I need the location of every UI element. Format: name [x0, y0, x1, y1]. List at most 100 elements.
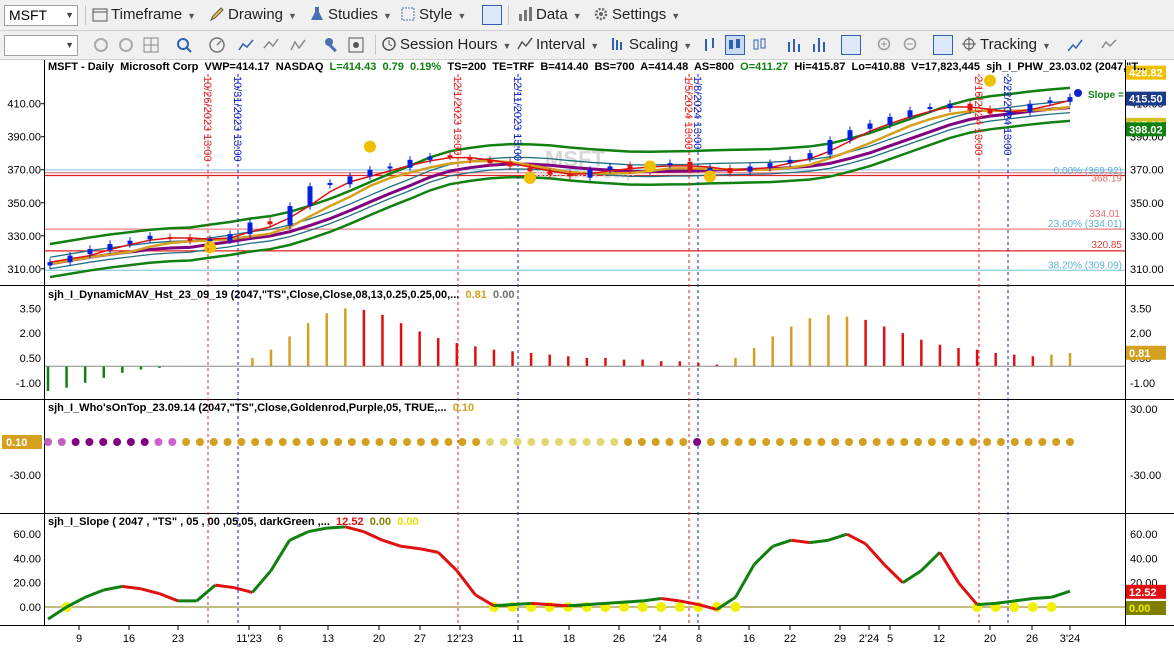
candle-body — [387, 166, 393, 169]
candle-body — [607, 166, 613, 170]
candle-body — [267, 221, 273, 225]
who-on-top-dot — [886, 438, 895, 446]
chart-workspace[interactable]: MSFT Microsoft Corp 0.00% (369.92) 368.19 23… — [0, 60, 1174, 657]
drawing-button[interactable]: Drawing ▼ — [209, 4, 297, 26]
panel2-axis-tick: 3.50 — [20, 303, 41, 315]
swing-marker — [524, 172, 536, 184]
who-on-top-dot — [223, 438, 232, 446]
speedometer-icon[interactable] — [208, 36, 226, 54]
pencil-icon — [209, 7, 224, 22]
candle-body — [347, 176, 353, 185]
who-on-top-dot — [430, 438, 439, 446]
grid-icon[interactable] — [142, 36, 160, 54]
who-on-top-dot — [99, 438, 108, 446]
date-axis-tick: 29 — [834, 633, 846, 645]
who-on-top-dot — [624, 438, 633, 446]
volume-value: V=17,823,445 — [911, 61, 980, 73]
interval-icon — [517, 37, 533, 50]
volume-chart-icon[interactable] — [810, 36, 828, 54]
candle-body — [307, 186, 313, 207]
who-on-top-dot — [996, 438, 1005, 446]
panel3-axis-tick-right: 30.00 — [1130, 404, 1158, 416]
who-on-top-dot — [555, 438, 563, 446]
candle-body — [767, 163, 773, 168]
date-axis-tick: 27 — [414, 633, 426, 645]
event-label: 1/8/2024 13:00 — [691, 76, 703, 149]
who-on-top-dot — [596, 438, 605, 446]
chart-canvas[interactable]: MSFTMicrosoft Corp 0.00% (369.92)368.1923… — [0, 60, 1174, 657]
scaling-button[interactable]: Scaling ▼ — [610, 34, 692, 56]
overlay-icon[interactable] — [1100, 36, 1118, 54]
candle-body — [487, 159, 493, 164]
candle-body — [227, 234, 233, 241]
who-on-top-dot — [775, 438, 784, 446]
flask-icon — [311, 7, 323, 20]
candle-body — [527, 167, 533, 172]
who-on-top-dot — [71, 438, 80, 446]
volume-bar-icon[interactable] — [785, 36, 803, 54]
candle-body — [1047, 100, 1053, 103]
panel-layout-icon[interactable] — [841, 35, 861, 55]
who-on-top-dot — [914, 438, 923, 446]
candle-body — [167, 237, 173, 240]
tracking-button[interactable]: Tracking ▼ — [961, 34, 1051, 56]
chevron-down-icon: ▼ — [65, 40, 74, 50]
price-axis-tick: 410.00 — [7, 99, 41, 111]
settings-button[interactable]: Settings ▼ — [593, 4, 680, 26]
ohlc-bar-icon[interactable] — [701, 36, 719, 54]
trend-add-icon[interactable] — [1066, 36, 1084, 54]
link-icon[interactable] — [117, 36, 135, 54]
who-on-top-dot — [610, 438, 619, 446]
who-on-top-dot — [126, 438, 135, 446]
format-icon[interactable] — [347, 36, 365, 54]
chart-type-icon[interactable] — [237, 36, 255, 54]
slope-segment — [976, 601, 996, 607]
who-on-top-dot — [57, 438, 66, 446]
style-button[interactable]: Style ▼ — [400, 4, 466, 26]
panel4-tag2: 0.00 — [1129, 603, 1150, 615]
flat-marker — [1009, 602, 1020, 612]
who-on-top-dot — [831, 438, 840, 446]
candlestick-icon[interactable] — [725, 35, 745, 55]
compare-icon[interactable] — [262, 36, 280, 54]
vwap-value: VWP=414.17 — [204, 61, 270, 73]
panel4-axis-tick: 20.00 — [13, 578, 41, 590]
panel3-value1: 0.10 — [452, 402, 475, 414]
who-on-top-dot — [416, 438, 425, 446]
who-on-top-dot — [154, 438, 163, 446]
zoom-in-icon[interactable] — [876, 36, 894, 54]
interval-button[interactable]: Interval ▼ — [517, 34, 599, 56]
hollow-candle-icon[interactable] — [751, 36, 769, 54]
workspace-dropdown[interactable]: ▼ — [4, 35, 78, 56]
swing-marker — [644, 160, 656, 173]
symbol-input[interactable]: MSFT ▼ — [4, 5, 78, 26]
date-axis-tick: 2'24 — [859, 633, 879, 645]
data-window-icon[interactable] — [933, 35, 953, 55]
zoom-chart-icon[interactable] — [175, 36, 193, 54]
candle-body — [327, 182, 333, 185]
indicator-icon[interactable] — [289, 36, 307, 54]
who-on-top-dot — [1038, 438, 1047, 446]
who-on-top-dot — [389, 438, 398, 446]
candle-body — [907, 110, 913, 117]
who-on-top-dot — [458, 438, 467, 446]
layout-icon[interactable] — [482, 5, 502, 25]
data-button[interactable]: Data ▼ — [517, 4, 582, 26]
date-axis-tick: '24 — [653, 633, 667, 645]
timeframe-button[interactable]: Timeframe ▼ — [92, 4, 196, 26]
toolbar-divider — [508, 5, 509, 25]
price-axis-tick: 330.00 — [7, 231, 41, 243]
zoom-out-icon[interactable] — [902, 36, 920, 54]
session-hours-button[interactable]: Session Hours ▼ — [381, 34, 511, 56]
symbol-title: MSFT - Daily — [48, 61, 115, 73]
who-on-top-dot — [762, 438, 771, 446]
event-label: 2/16/2024 13:00 — [972, 76, 984, 156]
candle-body — [547, 171, 553, 175]
who-on-top-dot — [983, 438, 992, 446]
who-on-top-dot — [44, 438, 52, 446]
panel2-axis-tick-right: 3.50 — [1130, 303, 1151, 315]
wrench-icon[interactable] — [323, 36, 341, 54]
refresh-icon[interactable] — [92, 36, 110, 54]
studies-button[interactable]: Studies ▼ — [309, 4, 392, 26]
change-pct: 0.19% — [410, 61, 442, 73]
